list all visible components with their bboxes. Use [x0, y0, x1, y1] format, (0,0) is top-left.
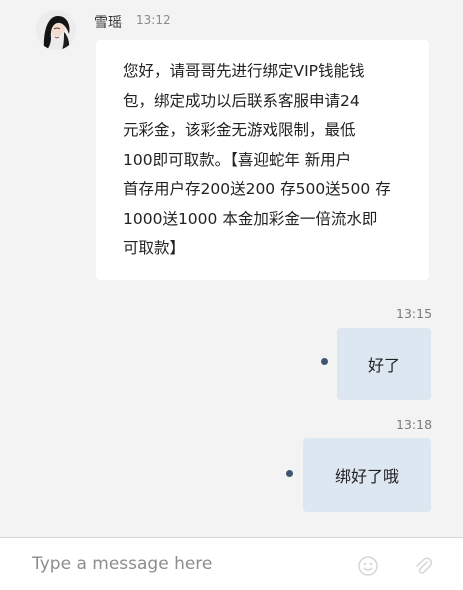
outgoing-message-bubble[interactable]: 好了 [337, 328, 431, 400]
avatar-image [36, 10, 76, 50]
sender-name: 雪瑶 [94, 15, 122, 31]
outgoing-message-text: 好了 [367, 356, 400, 375]
message-composer [0, 538, 463, 590]
incoming-message-text: 您好，请哥哥先进行绑定VIP钱能钱 包，绑定成功以后联系客服申请24 元彩金，该… [123, 62, 391, 257]
emoji-icon[interactable] [357, 555, 379, 577]
message-input[interactable] [20, 548, 352, 580]
sender-avatar[interactable] [36, 10, 76, 50]
outgoing-message-bubble[interactable]: 绑好了哦 [303, 438, 431, 512]
attachment-icon[interactable] [412, 555, 434, 577]
message-timestamp: 13:12 [136, 13, 171, 27]
sent-indicator-dot [286, 470, 293, 477]
message-timestamp: 13:18 [396, 417, 433, 432]
message-timestamp: 13:15 [396, 306, 433, 321]
outgoing-message-text: 绑好了哦 [334, 467, 399, 486]
incoming-message-bubble[interactable]: 您好，请哥哥先进行绑定VIP钱能钱 包，绑定成功以后联系客服申请24 元彩金，该… [96, 40, 429, 280]
chat-message-list[interactable]: 雪瑶 13:12 您好，请哥哥先进行绑定VIP钱能钱 包，绑定成功以后联系客服申… [0, 0, 463, 538]
sent-indicator-dot [321, 358, 328, 365]
